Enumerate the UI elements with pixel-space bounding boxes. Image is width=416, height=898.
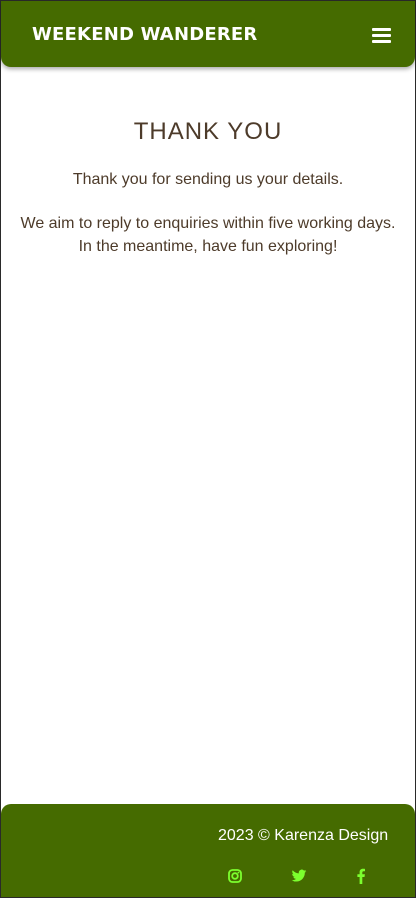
site-footer: 2023 © Karenza Design: [1, 804, 415, 897]
confirmation-text: Thank you for sending us your details.: [72, 171, 344, 188]
page-title: THANK YOU: [133, 118, 283, 145]
twitter-icon[interactable]: [291, 868, 307, 884]
facebook-icon[interactable]: [353, 868, 369, 884]
explore-text: In the meantime, have fun exploring!: [78, 238, 338, 255]
instagram-icon[interactable]: [227, 868, 243, 884]
copyright-text: 2023 © Karenza Design: [218, 827, 389, 844]
hamburger-menu-icon[interactable]: [372, 28, 391, 44]
brand-logo[interactable]: WEEKEND WANDERER: [32, 24, 257, 45]
site-header: WEEKEND WANDERER: [1, 1, 415, 67]
reply-time-text: We aim to reply to enquiries within five…: [20, 215, 396, 232]
